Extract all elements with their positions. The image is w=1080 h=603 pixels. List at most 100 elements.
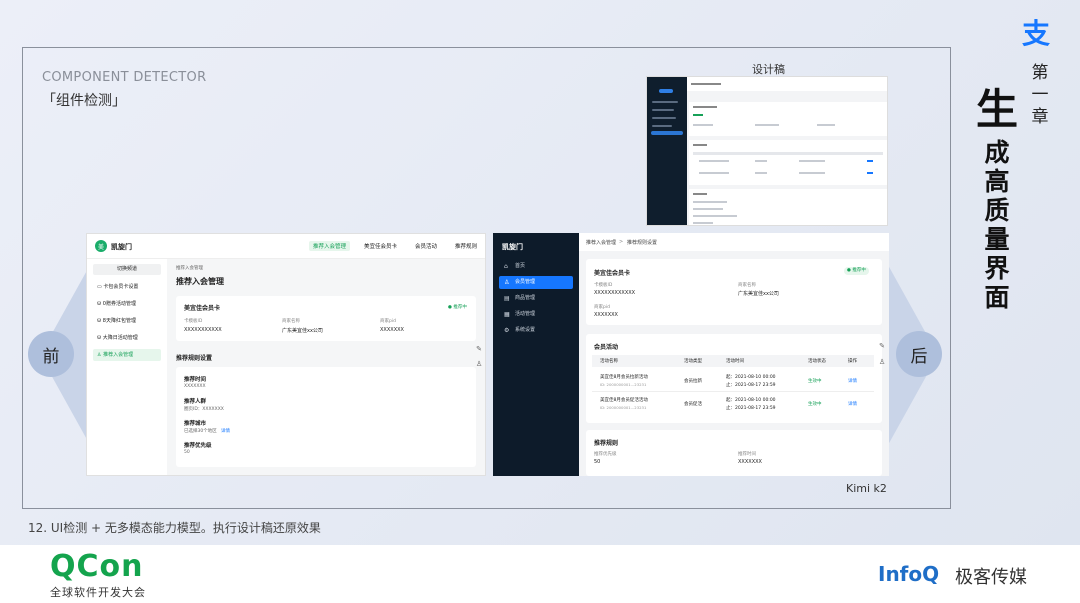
user-icon[interactable]: ♙: [877, 357, 887, 367]
draft-sidebar-badge: [659, 89, 673, 93]
sidebar-item-label: 会员管理: [515, 279, 536, 285]
activity-end: 止：2021-08-17 23:59: [726, 383, 776, 388]
detail-link[interactable]: 详情: [848, 401, 857, 407]
design-draft-thumbnail: [646, 76, 888, 226]
draft-header: [687, 77, 887, 91]
draft-line: [699, 172, 729, 174]
membership-card-panel: 美宜佳会员卡 ● 推荐中 卡模板ID XXXXXXXXXXX 商家名称 广东美宜…: [176, 296, 476, 341]
breadcrumb-item[interactable]: 推荐入会管理: [586, 239, 616, 246]
alipay-logo-icon: 支: [1022, 17, 1051, 50]
rule-value: 已选择30个地区: [184, 429, 217, 434]
sidebar-item-label: 活动管理: [515, 311, 536, 317]
draft-line: [693, 201, 727, 203]
rule-label: 推荐优先级: [184, 443, 212, 449]
draft-table-card: [689, 140, 887, 185]
sidebar-item-recommend-join[interactable]: ♙ 推荐入会管理: [93, 349, 161, 361]
sidebar-item-label: 大降日活动管理: [102, 335, 138, 341]
detail-link[interactable]: 详情: [848, 378, 857, 384]
sidebar-item-members[interactable]: ♙ 会员管理: [499, 276, 573, 289]
after-sidebar: 凯旋门 ⌂ 首页 ♙ 会员管理 ▤ 商品管理 ▦ 活动管理 ⚙ 系统设置: [493, 233, 579, 476]
slide-caption: 12. UI检测 + 无多模态能力模型。执行设计稿还原效果: [28, 521, 321, 535]
draft-line: [693, 106, 717, 108]
sidebar-item-red-packet[interactable]: ⛁ 8天降红包管理: [93, 315, 161, 327]
activity-type: 会员拉新: [684, 379, 702, 384]
draft-line: [693, 152, 883, 155]
membership-card-panel: 美宜佳会员卡 ● 推荐中 卡模板ID XXXXXXXXXXXX 商家名称 广东美…: [586, 259, 882, 325]
activity-type: 会员促活: [684, 402, 702, 407]
draft-line: [817, 124, 835, 126]
sidebar-item-activities[interactable]: ▦ 活动管理: [499, 308, 573, 321]
tab-recommend-rules[interactable]: 推荐规则: [455, 242, 477, 250]
draft-line: [693, 208, 723, 210]
brand-name: 凯旋门: [502, 243, 523, 251]
before-sidebar: 切换频道 ▭ 卡包会员卡设置 ⛁ 0赠券活动管理 ⛁ 8天降红包管理 ⛁ 大降日…: [87, 259, 167, 475]
rules-section-title: 推荐规则设置: [176, 355, 213, 362]
users-icon: ♙: [504, 279, 510, 286]
draft-line: [755, 160, 767, 162]
before-topbar: 美 凯旋门 推荐入会管理 美宜佳会员卡 会员活动 推荐规则: [87, 234, 485, 259]
breadcrumb: 推荐入会管理: [176, 266, 203, 271]
sidebar-item-home[interactable]: ⌂ 首页: [499, 260, 573, 273]
sidebar-item-card-settings[interactable]: ▭ 卡包会员卡设置: [93, 281, 161, 293]
title-first-char: 生: [975, 85, 1018, 134]
draft-line: [755, 124, 779, 126]
edit-icon[interactable]: ✎: [877, 341, 887, 351]
activity-id: ID: 2000000001...23231: [600, 405, 647, 410]
rule-label: 推荐城市: [184, 421, 207, 427]
draft-line: [693, 124, 713, 126]
column-header: 活动时间: [726, 359, 744, 364]
rule-value: 50: [184, 450, 190, 455]
column-header: 操作: [848, 359, 857, 364]
sidebar-item-big-sale[interactable]: ⛁ 大降日活动管理: [93, 332, 161, 344]
table-row: 美宜佳8月会员拉新活动 ID: 2000000001...23231 会员拉新 …: [592, 370, 874, 392]
rule-value: XXXXXXX: [184, 384, 206, 389]
tab-recommend-join[interactable]: 推荐入会管理: [309, 241, 351, 251]
rule-label: 推荐人群: [184, 399, 207, 405]
activity-status: 生效中: [808, 379, 822, 384]
draft-line: [693, 222, 713, 224]
tab-membership-card[interactable]: 美宜佳会员卡: [364, 242, 397, 250]
activity-start: 起：2021-08-10 00:00: [726, 375, 776, 380]
rules-panel: 推荐规则 推荐优先级 50 推荐时间 XXXXXXX: [586, 430, 882, 476]
draft-main: [687, 77, 887, 225]
switch-channel-button[interactable]: 切换频道: [93, 264, 161, 275]
city-detail-link[interactable]: 详情: [221, 428, 230, 434]
sidebar-item-goods[interactable]: ▤ 商品管理: [499, 292, 573, 305]
draft-line: [693, 193, 707, 195]
activity-name: 美宜佳8月会员促活活动: [600, 398, 648, 403]
breadcrumb: 推荐入会管理 > 推荐规则设置: [579, 233, 889, 251]
sidebar-item-coupon[interactable]: ⛁ 0赠券活动管理: [93, 298, 161, 310]
activities-panel: 会员活动 活动名称 活动类型 活动时间 活动状态 操作 美宜佳8月会员拉新活动 …: [586, 334, 882, 423]
infoq-logo: InfoQ: [878, 562, 940, 586]
design-draft-label: 设计稿: [752, 63, 785, 76]
activity-icon: ▦: [504, 311, 510, 318]
draft-line: [867, 172, 873, 174]
infoq-cn-name: 极客传媒: [955, 567, 1027, 588]
rule-label: 推荐时间: [184, 377, 207, 383]
field-value: 广东美宜佳xx公司: [738, 291, 779, 297]
title-rest: 成高质量界面: [984, 138, 1010, 312]
draft-card: [689, 102, 887, 136]
qcon-subtitle: 全球软件开发大会: [50, 586, 146, 599]
model-label: Kimi k2: [846, 482, 887, 495]
card-title: 美宜佳会员卡: [184, 305, 221, 312]
sidebar-item-settings[interactable]: ⚙ 系统设置: [499, 324, 573, 337]
draft-sidebar-active: [651, 131, 683, 135]
activity-start: 起：2021-08-10 00:00: [726, 398, 776, 403]
field-value: XXXXXXXXXXX: [184, 327, 222, 333]
goods-icon: ▤: [504, 295, 510, 302]
draft-line: [693, 144, 707, 146]
page-title: 推荐入会管理: [176, 277, 224, 286]
qcon-logo: QCon: [50, 549, 144, 584]
draft-line: [693, 215, 737, 217]
draft-line: [799, 160, 825, 162]
card-title: 美宜佳会员卡: [594, 270, 631, 277]
after-screenshot: 凯旋门 ⌂ 首页 ♙ 会员管理 ▤ 商品管理 ▦ 活动管理 ⚙ 系统设置 推荐入会管理 >…: [493, 233, 889, 476]
field-value: 50: [594, 459, 601, 465]
activity-name: 美宜佳8月会员拉新活动: [600, 375, 648, 380]
before-label: 前: [28, 331, 74, 377]
tab-member-activity[interactable]: 会员活动: [415, 242, 437, 250]
edit-icon[interactable]: ✎: [474, 344, 484, 354]
field-value: XXXXXXX: [738, 459, 762, 465]
activity-id: ID: 2000000001...23231: [600, 382, 647, 387]
